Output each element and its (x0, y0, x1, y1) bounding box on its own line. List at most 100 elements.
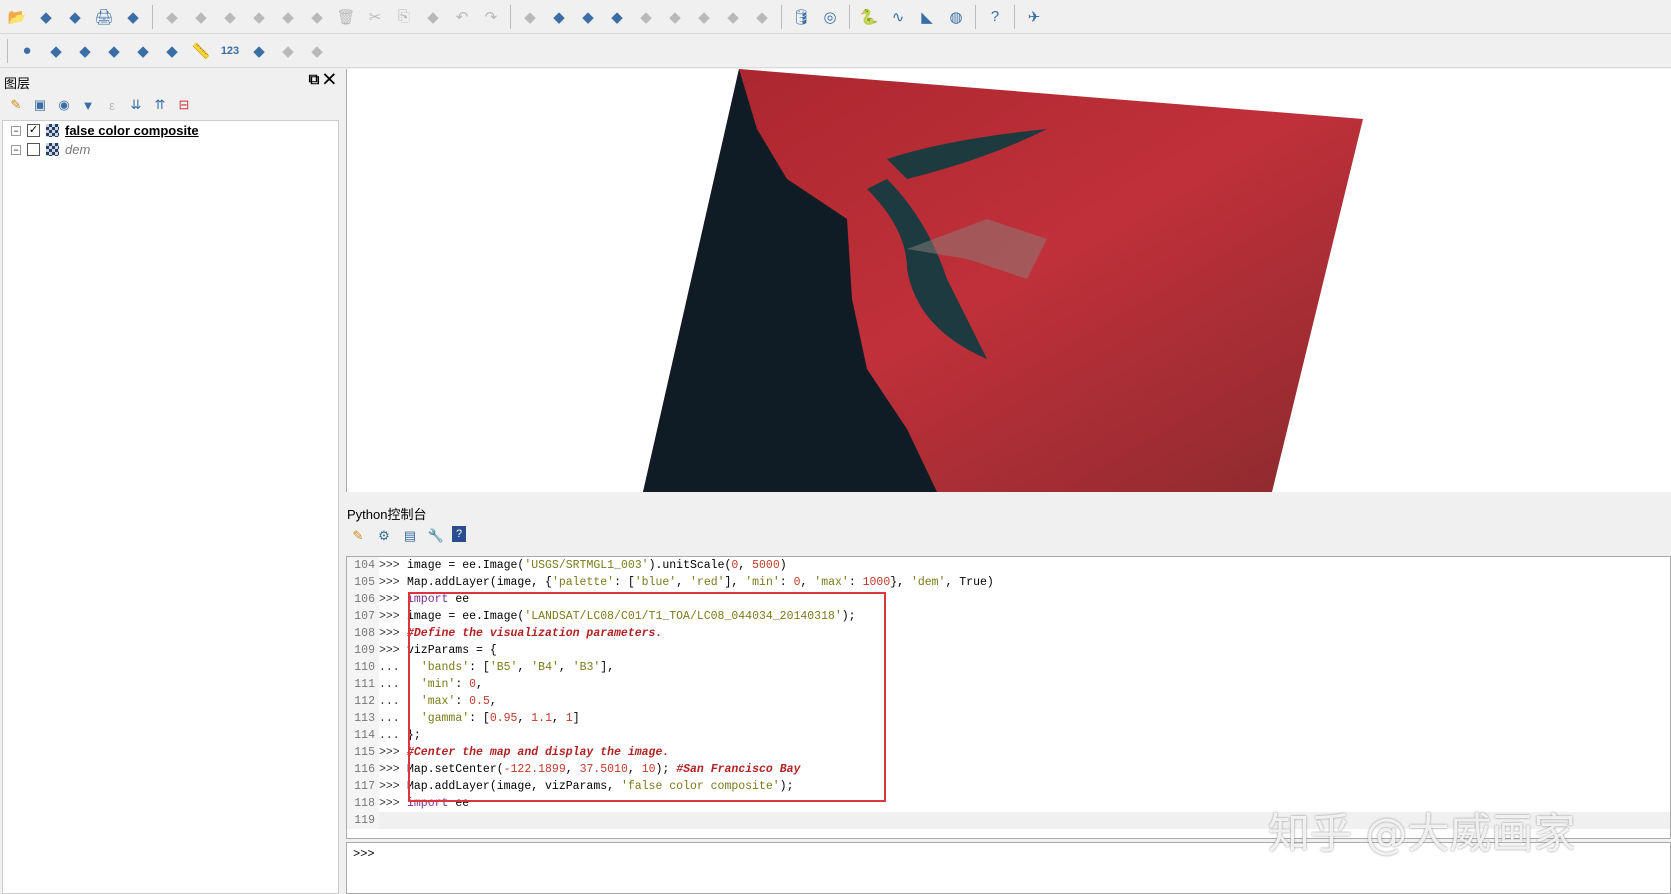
snapping-icon[interactable]: ◆ (130, 38, 156, 64)
style-brush-icon[interactable]: ✎ (6, 95, 26, 115)
curve-icon[interactable]: ∿ (885, 4, 911, 30)
collapse-all-icon[interactable]: ⇈ (150, 95, 170, 115)
line-prompt: >>> (379, 593, 400, 606)
measure-icon[interactable]: 📏 (188, 38, 214, 64)
split-icon[interactable]: ◆ (275, 38, 301, 64)
line-number: 104 (347, 557, 379, 574)
node-tool-icon[interactable]: ◆ (246, 4, 272, 30)
copy-icon[interactable]: ⎘ (391, 4, 417, 30)
edit-icon[interactable]: ◆ (159, 4, 185, 30)
python-icon[interactable]: 🐍 (856, 4, 882, 30)
digitize-icon[interactable]: ◆ (62, 4, 88, 30)
redo-icon[interactable]: ↷ (478, 4, 504, 30)
curve-tool-icon[interactable]: ◆ (72, 38, 98, 64)
expand-all-icon[interactable]: ⇊ (126, 95, 146, 115)
label-abc-red-icon[interactable]: ◆ (604, 4, 630, 30)
merge-icon[interactable]: ◆ (304, 38, 330, 64)
map-canvas[interactable] (346, 69, 1671, 492)
visibility-eye-icon[interactable]: ◉ (54, 95, 74, 115)
close-icon[interactable]: ✕ (324, 71, 335, 88)
globe-plugin-icon[interactable]: ◎ (817, 4, 843, 30)
line-number: 114 (347, 727, 379, 744)
toolbar-separator (152, 4, 153, 29)
label-rotate-icon[interactable]: ◆ (691, 4, 717, 30)
highlight-box (408, 592, 886, 802)
new-vector-icon[interactable]: ◆ (33, 4, 59, 30)
line-number: 118 (347, 795, 379, 812)
cut-icon[interactable]: ✂ (362, 4, 388, 30)
layer-checkbox[interactable] (27, 143, 40, 156)
clear-console-icon[interactable]: ✎ (348, 526, 368, 546)
open-project-icon[interactable]: 📂 (4, 4, 30, 30)
help-icon[interactable]: ? (452, 526, 466, 542)
save-edits-icon[interactable]: ◆ (217, 4, 243, 30)
line-number: 107 (347, 608, 379, 625)
float-icon[interactable]: ⧉ (309, 71, 320, 88)
line-prompt: >>> (379, 780, 400, 793)
shape-tool-icon[interactable]: ◆ (246, 38, 272, 64)
toolbar-separator (781, 4, 782, 29)
line-number: 110 (347, 659, 379, 676)
pencil-icon[interactable]: ◆ (188, 4, 214, 30)
python-console-title: Python控制台 (347, 507, 427, 522)
python-run-icon[interactable]: ⚙ (374, 526, 394, 546)
filter-icon[interactable]: ▼ (78, 95, 98, 115)
panel-window-buttons: ⧉ ✕ (309, 71, 335, 88)
line-prompt: ... (379, 678, 400, 691)
label-abc-icon[interactable]: ◆ (575, 4, 601, 30)
console-line: 105 >>> Map.addLayer(image, {'palette': ['… (347, 574, 1670, 591)
trace-icon[interactable]: ◆ (159, 38, 185, 64)
prompt: >>> (353, 847, 375, 861)
circle-icon[interactable]: ● (14, 38, 40, 64)
line-number: 108 (347, 625, 379, 642)
satellite-icon[interactable]: ✈ (1021, 4, 1047, 30)
label-change-icon[interactable]: ◆ (720, 4, 746, 30)
collapse-icon[interactable]: − (11, 125, 21, 136)
line-number: 106 (347, 591, 379, 608)
layer-checkbox[interactable]: ✓ (27, 124, 40, 137)
line-prompt: >>> (379, 644, 400, 657)
earth-icon[interactable]: ◍ (943, 4, 969, 30)
raster-icon (46, 143, 59, 156)
paste-icon[interactable]: ◆ (420, 4, 446, 30)
layer-item-false-color-composite[interactable]: − ✓ false color composite (3, 121, 338, 140)
xy-icon[interactable]: ◆ (43, 38, 69, 64)
expression-filter-icon[interactable]: ε (102, 95, 122, 115)
attribute-icon[interactable]: ◆ (304, 4, 330, 30)
remove-layer-icon[interactable]: ⊟ (174, 95, 194, 115)
undo-icon[interactable]: ↶ (449, 4, 475, 30)
editor-icon[interactable]: ▤ (400, 526, 420, 546)
toolbar-separator (7, 38, 8, 63)
line-code: Map.addLayer(image, {'palette': ['blue',… (407, 576, 994, 589)
label-tool-icon[interactable]: ◆ (749, 4, 775, 30)
label-move-icon[interactable]: ◆ (633, 4, 659, 30)
layer-name: false color composite (65, 123, 199, 138)
line-number: 112 (347, 693, 379, 710)
ruler-arrow-icon[interactable]: ◣ (914, 4, 940, 30)
layer-item-dem[interactable]: − dem (3, 140, 338, 159)
print-icon[interactable]: 🖨 (91, 4, 117, 30)
vector-icon[interactable]: ◆ (120, 4, 146, 30)
line-number: 116 (347, 761, 379, 778)
label-icon[interactable]: ◆ (517, 4, 543, 30)
delete-icon[interactable]: 🗑 (333, 4, 359, 30)
line-tool-icon[interactable]: ◆ (101, 38, 127, 64)
line-prompt: ... (379, 712, 400, 725)
label-show-icon[interactable]: ◆ (662, 4, 688, 30)
collapse-icon[interactable]: − (11, 144, 21, 155)
line-number: 119 (347, 812, 379, 829)
toolbar-separator (975, 4, 976, 29)
help-icon[interactable]: ? (982, 4, 1008, 30)
line-code: image = ee.Image('USGS/SRTMGL1_003').uni… (407, 559, 787, 572)
line-number: 117 (347, 778, 379, 795)
database-icon[interactable]: 🛢 (788, 4, 814, 30)
move-feature-icon[interactable]: ◆ (275, 4, 301, 30)
line-prompt: >>> (379, 610, 400, 623)
label-123[interactable]: 123 (217, 38, 243, 64)
label-pin-icon[interactable]: ◆ (546, 4, 572, 30)
add-group-icon[interactable]: ▣ (30, 95, 50, 115)
settings-wrench-icon[interactable]: 🔧 (426, 526, 446, 546)
watermark: 知乎 @大威画家 (1268, 809, 1576, 858)
main-toolbar: 📂 ◆ ◆ 🖨 ◆ ◆ ◆ ◆ ◆ ◆ ◆ 🗑 ✂ ⎘ ◆ ↶ ↷ ◆ ◆ ◆ ◆ ◆ ◆ ◆ ◆ ◆ 🛢 ◎ 🐍 ∿ ◣ ◍? ✈ (0, 0, 1671, 34)
toolbar-separator (849, 4, 850, 29)
